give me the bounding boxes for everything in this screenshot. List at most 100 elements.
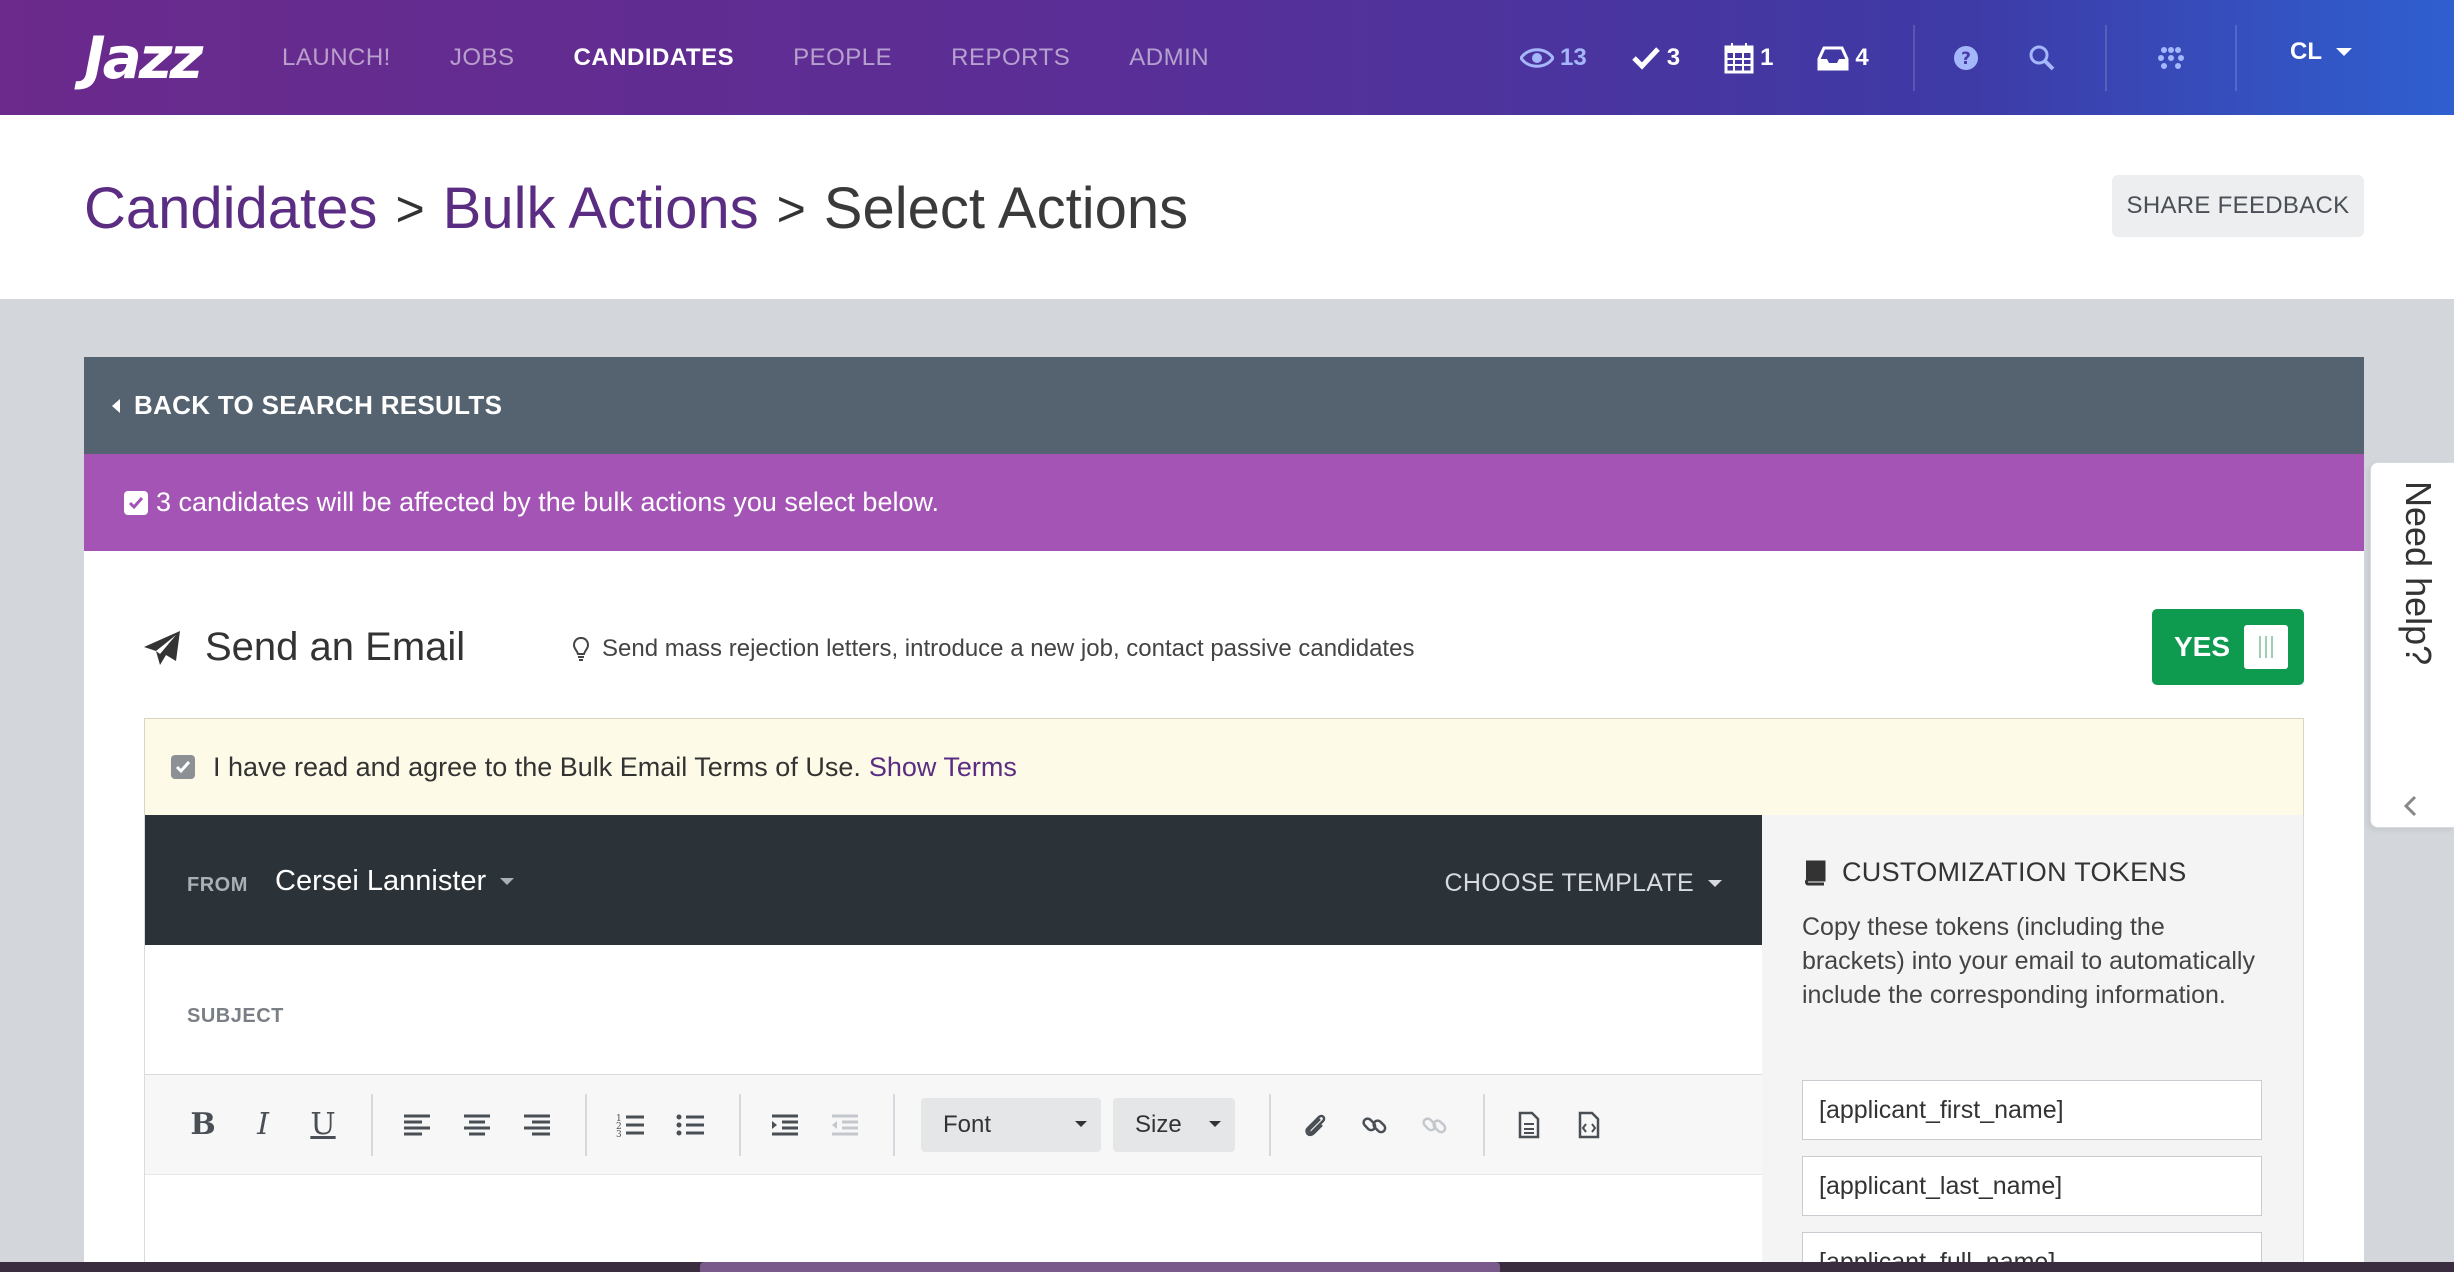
ordered-list-button[interactable]: 123	[613, 1105, 649, 1145]
caret-left-icon	[112, 398, 120, 413]
link-button[interactable]	[1357, 1105, 1393, 1145]
breadcrumb-bulk-actions[interactable]: Bulk Actions	[443, 175, 759, 242]
ordered-list-icon: 123	[616, 1114, 644, 1138]
help-button[interactable]: ?	[1953, 45, 1985, 71]
inbox-icon	[1817, 46, 1849, 70]
choose-template-select[interactable]: CHOOSE TEMPLATE	[1445, 869, 1722, 898]
jazz-logo[interactable]: Jazz	[84, 24, 203, 92]
customization-tokens-panel: CUSTOMIZATION TOKENS Copy these tokens (…	[1762, 815, 2304, 1272]
share-feedback-button[interactable]: SHARE FEEDBACK	[2112, 175, 2364, 237]
terms-checkbox[interactable]	[171, 755, 195, 779]
email-body-editor[interactable]	[145, 1175, 1762, 1272]
indent-icon	[772, 1114, 798, 1135]
token-last-name[interactable]	[1802, 1156, 2262, 1216]
from-bar: FROM Cersei Lannister CHOOSE TEMPLATE	[145, 815, 1762, 945]
size-select-value: Size	[1135, 1110, 1182, 1138]
send-email-hint: Send mass rejection letters, introduce a…	[572, 635, 1414, 663]
toolbar-divider	[739, 1093, 741, 1156]
nav-divider	[2104, 24, 2107, 91]
align-left-button[interactable]	[399, 1105, 435, 1145]
inbox-counter[interactable]: 4	[1817, 44, 1869, 72]
source-code-button[interactable]	[1571, 1105, 1607, 1145]
calendar-counter[interactable]: 1	[1724, 42, 1773, 74]
link-icon	[1362, 1116, 1387, 1133]
nav-divider	[1912, 24, 1915, 91]
breadcrumb-separator: >	[776, 180, 806, 237]
toolbar-divider	[1483, 1093, 1485, 1156]
tasks-counter[interactable]: 3	[1631, 44, 1680, 72]
notice-text: 3 candidates will be affected by the bul…	[156, 487, 939, 517]
question-circle-icon: ?	[1953, 45, 1978, 70]
svg-text:?: ?	[1961, 49, 1971, 69]
toolbar-divider	[1269, 1093, 1271, 1156]
send-email-title: Send an Email	[205, 625, 466, 669]
hint-text: Send mass rejection letters, introduce a…	[602, 635, 1415, 662]
chevron-down-icon	[2336, 48, 2352, 56]
italic-button[interactable]: I	[245, 1105, 281, 1145]
apps-button[interactable]	[2157, 46, 2191, 69]
affected-candidates-notice: 3 candidates will be affected by the bul…	[84, 454, 2364, 551]
align-right-button[interactable]	[519, 1105, 555, 1145]
paper-plane-icon	[144, 631, 180, 665]
email-composer: FROM Cersei Lannister CHOOSE TEMPLATE SU…	[144, 815, 1762, 1272]
align-center-button[interactable]	[459, 1105, 495, 1145]
nav-candidates[interactable]: CANDIDATES	[574, 44, 735, 72]
breadcrumb-separator: >	[395, 180, 425, 237]
bold-button[interactable]: B	[185, 1105, 221, 1145]
caret-down-icon	[1075, 1120, 1087, 1127]
search-button[interactable]	[2029, 45, 2061, 71]
underline-button[interactable]: U	[305, 1105, 341, 1145]
breadcrumb-candidates[interactable]: Candidates	[84, 175, 377, 242]
caret-down-icon	[1209, 1120, 1221, 1127]
unlink-icon	[1422, 1116, 1447, 1133]
outdent-button[interactable]	[827, 1105, 863, 1145]
scroll-highlight	[700, 1262, 1500, 1272]
show-terms-link[interactable]: Show Terms	[869, 752, 1017, 783]
bullet-list-button[interactable]	[673, 1105, 709, 1145]
nav-launch[interactable]: LAUNCH!	[282, 44, 391, 72]
subject-field[interactable]: SUBJECT	[145, 945, 1762, 1075]
attach-button[interactable]	[1297, 1105, 1333, 1145]
main-nav: LAUNCH! JOBS CANDIDATES PEOPLE REPORTS A…	[282, 0, 1268, 115]
nav-reports[interactable]: REPORTS	[951, 44, 1070, 72]
toolbar-divider	[893, 1093, 895, 1156]
nav-admin[interactable]: ADMIN	[1129, 44, 1209, 72]
size-select[interactable]: Size	[1113, 1097, 1235, 1152]
from-sender-value: Cersei Lannister	[275, 865, 487, 897]
token-first-name[interactable]	[1802, 1080, 2262, 1140]
calendar-icon	[1724, 42, 1754, 73]
bottom-edge	[0, 1262, 2454, 1272]
unlink-button[interactable]	[1417, 1105, 1453, 1145]
send-email-toggle[interactable]: YES	[2152, 609, 2304, 685]
apps-grid-icon	[2157, 46, 2184, 69]
insert-document-button[interactable]	[1511, 1105, 1547, 1145]
code-file-icon	[1578, 1111, 1600, 1138]
chevron-down-icon	[500, 878, 515, 885]
top-navigation: Jazz LAUNCH! JOBS CANDIDATES PEOPLE REPO…	[0, 0, 2454, 115]
align-right-icon	[524, 1114, 550, 1135]
font-select[interactable]: Font	[921, 1097, 1101, 1152]
breadcrumb: Candidates > Bulk Actions > Select Actio…	[84, 175, 1188, 242]
views-counter[interactable]: 13	[1520, 44, 1587, 72]
back-label: BACK TO SEARCH RESULTS	[134, 390, 503, 420]
need-help-tab[interactable]: Need help?	[2370, 462, 2454, 828]
outdent-icon	[832, 1114, 858, 1135]
profile-initials: CL	[2290, 38, 2322, 65]
from-sender-select[interactable]: Cersei Lannister	[275, 865, 515, 898]
document-icon	[1518, 1111, 1540, 1138]
chevron-down-icon	[1708, 880, 1722, 887]
indent-button[interactable]	[767, 1105, 803, 1145]
svg-text:3: 3	[616, 1130, 622, 1138]
nav-people[interactable]: PEOPLE	[793, 44, 892, 72]
back-to-search-button[interactable]: BACK TO SEARCH RESULTS	[84, 357, 2364, 454]
check-icon	[1631, 46, 1660, 70]
terms-agreement: I have read and agree to the Bulk Email …	[144, 718, 2304, 816]
lightbulb-icon	[572, 636, 590, 661]
profile-menu[interactable]: CL	[2290, 38, 2352, 66]
toolbar-divider	[371, 1093, 373, 1156]
tokens-title: CUSTOMIZATION TOKENS	[1802, 857, 2187, 888]
nav-jobs[interactable]: JOBS	[450, 44, 515, 72]
calendar-count: 1	[1760, 43, 1774, 71]
tokens-description: Copy these tokens (including the bracket…	[1802, 913, 2255, 1009]
search-icon	[2029, 45, 2055, 70]
